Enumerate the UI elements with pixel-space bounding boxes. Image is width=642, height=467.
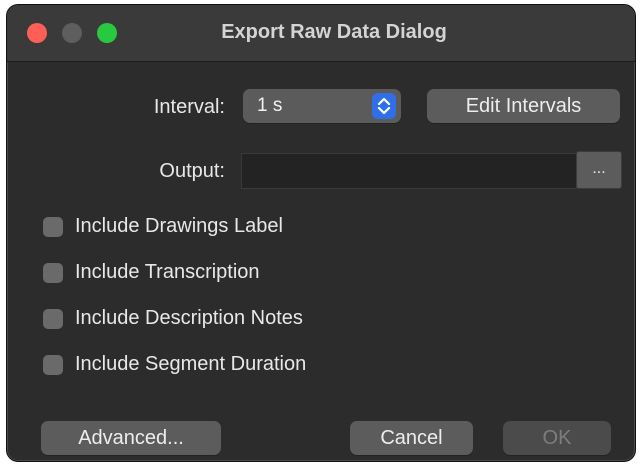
output-label: Output: <box>159 160 225 182</box>
checkbox[interactable] <box>43 263 63 283</box>
edit-intervals-button[interactable]: Edit Intervals <box>427 89 620 123</box>
option-label: Include Description Notes <box>75 307 303 329</box>
option-include-description-notes[interactable]: Include Description Notes <box>43 307 383 335</box>
ok-button[interactable]: OK <box>503 421 611 455</box>
option-label: Include Transcription <box>75 261 260 283</box>
interval-select[interactable]: 1 s <box>243 89 401 123</box>
checkbox[interactable] <box>43 217 63 237</box>
interval-label: Interval: <box>153 96 225 118</box>
advanced-button[interactable]: Advanced... <box>41 421 221 455</box>
up-down-chevron-icon[interactable] <box>372 93 396 119</box>
export-raw-data-dialog: Export Raw Data Dialog Interval: 1 s Edi… <box>6 4 636 462</box>
option-label: Include Drawings Label <box>75 215 283 237</box>
output-path-field[interactable] <box>241 153 577 189</box>
title-bar[interactable]: Export Raw Data Dialog <box>7 5 635 62</box>
browse-button[interactable]: ... <box>576 151 622 189</box>
interval-select-value: 1 s <box>257 95 283 116</box>
checkbox[interactable] <box>43 309 63 329</box>
window-title: Export Raw Data Dialog <box>221 21 447 43</box>
checkbox[interactable] <box>43 355 63 375</box>
option-label: Include Segment Duration <box>75 353 307 375</box>
option-include-drawings-label[interactable]: Include Drawings Label <box>43 215 363 243</box>
option-include-transcription[interactable]: Include Transcription <box>43 261 363 289</box>
option-include-segment-duration[interactable]: Include Segment Duration <box>43 353 383 381</box>
cancel-button[interactable]: Cancel <box>350 421 473 455</box>
